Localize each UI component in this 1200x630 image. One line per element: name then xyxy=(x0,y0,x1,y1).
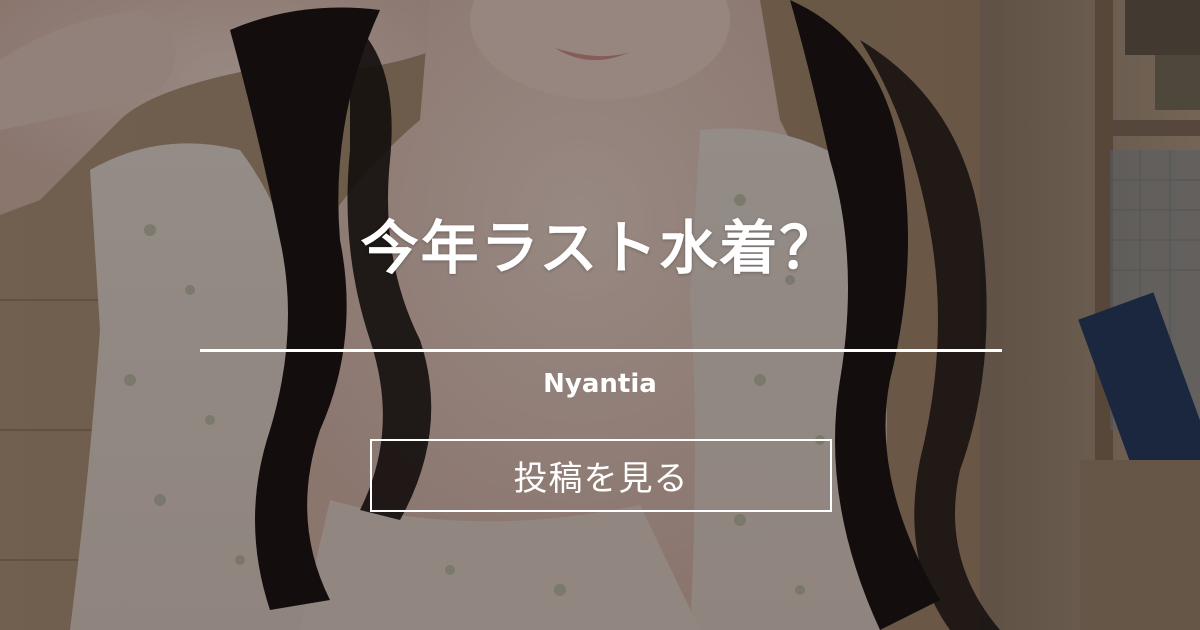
title-divider xyxy=(200,349,1002,352)
post-title: 今年ラスト水着？ xyxy=(360,214,840,282)
ogp-card: 今年ラスト水着？ Nyantia 投稿を見る xyxy=(0,0,1200,630)
view-post-button-label: 投稿を見る xyxy=(513,459,689,499)
card-content: 今年ラスト水着？ Nyantia 投稿を見る xyxy=(0,0,1200,630)
author-name: Nyantia xyxy=(543,369,657,399)
view-post-button[interactable]: 投稿を見る xyxy=(370,439,832,512)
